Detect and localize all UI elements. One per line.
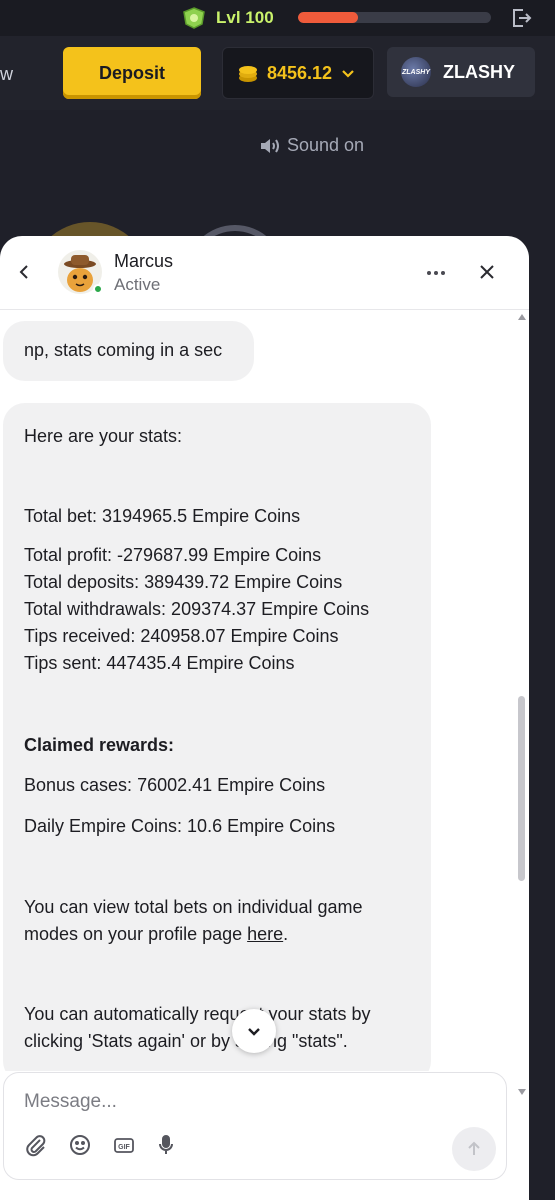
arrow-up-icon xyxy=(468,1141,480,1155)
message-text: np, stats coming in a sec xyxy=(24,340,223,360)
user-profile-button[interactable]: ZLASHY ZLASHY xyxy=(387,47,535,97)
message-bubble: Here are your stats: Total bet: 3194965.… xyxy=(3,403,431,1071)
balance-dropdown[interactable]: 8456.12 xyxy=(222,47,374,99)
message-heading: Claimed rewards: xyxy=(24,735,175,755)
sound-toggle[interactable]: Sound on xyxy=(259,135,364,156)
microphone-icon[interactable] xyxy=(154,1133,178,1157)
send-button[interactable] xyxy=(452,1127,496,1171)
message-text: Tips sent: 447435.4 Empire Coins xyxy=(24,653,295,673)
chevron-down-icon xyxy=(248,1028,260,1036)
close-icon[interactable] xyxy=(477,262,497,282)
message-text: Total bet: 3194965.5 Empire Coins xyxy=(24,506,301,526)
xp-progress-fill xyxy=(298,12,358,23)
message-text: Here are your stats: xyxy=(24,426,183,446)
gif-icon[interactable]: GIF xyxy=(112,1133,136,1157)
logout-icon[interactable] xyxy=(509,6,533,30)
message-text: modes on your profile page xyxy=(24,924,248,944)
balance-value: 8456.12 xyxy=(267,62,333,83)
agent-status: Active xyxy=(114,275,161,294)
username: ZLASHY xyxy=(443,61,515,82)
message-text: Bonus cases: 76002.41 Empire Coins xyxy=(24,775,326,795)
emoji-icon[interactable] xyxy=(68,1133,92,1157)
message-text-line: modes on your profile page here. xyxy=(24,921,288,948)
message-text: . xyxy=(283,924,289,944)
message-text: clicking 'Stats again' or by saying "sta… xyxy=(24,1031,348,1051)
speaker-icon xyxy=(261,138,279,153)
scrollbar-thumb[interactable] xyxy=(518,696,525,881)
message-bubble: np, stats coming in a sec xyxy=(3,321,254,381)
more-options-icon[interactable] xyxy=(425,262,447,284)
level-badge-icon xyxy=(183,7,205,29)
scroll-down-arrow-icon[interactable] xyxy=(518,1089,526,1095)
message-text: Tips received: 240958.07 Empire Coins xyxy=(24,626,339,646)
message-input[interactable] xyxy=(24,1087,474,1117)
profile-link[interactable]: here xyxy=(247,924,283,944)
online-status-dot xyxy=(93,284,103,294)
scroll-to-bottom-button[interactable] xyxy=(232,1009,276,1053)
attachment-icon[interactable] xyxy=(24,1133,48,1157)
message-list: np, stats coming in a sec Here are your … xyxy=(0,311,515,1071)
scroll-up-arrow-icon[interactable] xyxy=(518,314,526,320)
message-composer: GIF xyxy=(3,1072,507,1180)
chevron-down-icon xyxy=(342,70,354,78)
chevron-left-icon[interactable] xyxy=(14,262,34,282)
chat-header: Marcus Active xyxy=(0,236,529,310)
message-text: Daily Empire Coins: 10.6 Empire Coins xyxy=(24,816,336,836)
message-text: You can automatically request your stats… xyxy=(24,1004,371,1024)
top-bar: Lvl 100 xyxy=(0,0,555,36)
message-text: Total deposits: 389439.72 Empire Coins xyxy=(24,572,343,592)
avatar: ZLASHY xyxy=(401,57,431,87)
message-scrollbar[interactable] xyxy=(515,311,529,1101)
support-chat-panel: Marcus Active np, stats coming in a sec … xyxy=(0,236,529,1200)
svg-text:GIF: GIF xyxy=(118,1144,130,1151)
message-text: Total profit: -279687.99 Empire Coins xyxy=(24,545,322,565)
sound-label: Sound on xyxy=(287,135,365,155)
level-label: Lvl 100 xyxy=(216,8,274,27)
agent-name: Marcus xyxy=(114,251,174,271)
message-text: Total withdrawals: 209374.37 Empire Coin… xyxy=(24,599,370,619)
message-text: You can view total bets on individual ga… xyxy=(24,897,363,917)
nav-link-partial[interactable]: w xyxy=(0,64,13,85)
deposit-button[interactable]: Deposit xyxy=(63,47,201,99)
xp-progress-bar xyxy=(298,12,491,23)
coins-icon xyxy=(239,66,257,82)
